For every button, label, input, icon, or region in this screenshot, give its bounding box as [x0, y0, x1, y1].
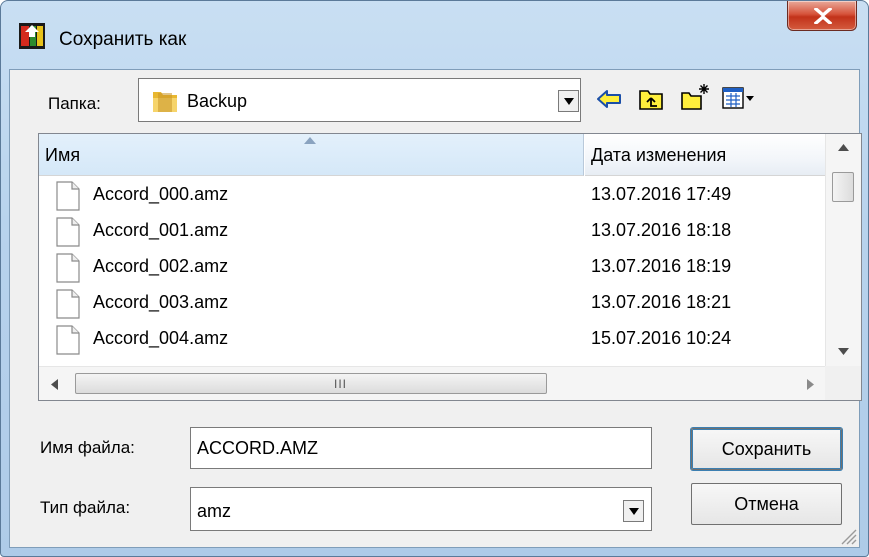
folder-select[interactable]: Backup: [138, 78, 581, 122]
resize-grip-icon[interactable]: [839, 527, 857, 545]
file-date: 13.07.2016 18:18: [591, 220, 732, 240]
close-button[interactable]: [787, 1, 857, 31]
file-icon: [56, 325, 80, 355]
file-name: Accord_003.amz: [93, 292, 229, 312]
file-date: 13.07.2016 18:19: [591, 256, 732, 276]
vertical-scroll-thumb[interactable]: [832, 172, 854, 202]
save-button[interactable]: Сохранить: [691, 428, 842, 470]
file-icon: [56, 217, 80, 247]
vertical-scrollbar[interactable]: [825, 134, 861, 366]
up-folder-icon[interactable]: [638, 87, 664, 111]
file-name: Accord_002.amz: [93, 256, 229, 276]
close-icon: [814, 8, 832, 24]
list-item[interactable]: Accord_001.amz 13.07.2016 18:18: [39, 213, 825, 249]
save-as-dialog: Сохранить как Папка: Backup Имя Дата изм…: [0, 0, 869, 557]
filename-input[interactable]: ACCORD.AMZ: [190, 427, 652, 469]
column-header-date[interactable]: Дата изменения: [585, 134, 825, 176]
filename-value: ACCORD.AMZ: [197, 438, 318, 458]
file-name: Accord_001.amz: [93, 220, 229, 240]
list-item[interactable]: Accord_004.amz 15.07.2016 10:24: [39, 321, 825, 357]
scroll-up-icon[interactable]: [838, 144, 849, 151]
folder-icon: [153, 92, 177, 112]
file-date: 13.07.2016 18:21: [591, 292, 732, 312]
filetype-label: Тип файла:: [40, 498, 131, 517]
list-item[interactable]: Accord_002.amz 13.07.2016 18:19: [39, 249, 825, 285]
sort-ascending-icon: [304, 137, 316, 144]
folder-label: Папка:: [48, 94, 101, 113]
chevron-down-icon: [629, 508, 639, 515]
scroll-down-icon[interactable]: [838, 348, 849, 355]
column-header-name-label: Имя: [45, 145, 81, 165]
scroll-left-icon[interactable]: [51, 379, 58, 390]
scroll-corner: [825, 366, 861, 400]
window-title: Сохранить как: [59, 29, 187, 50]
app-icon: [19, 23, 45, 49]
filetype-dropdown-button[interactable]: [623, 500, 644, 522]
file-icon: [56, 289, 80, 319]
folder-value: Backup: [187, 91, 248, 111]
scroll-right-icon[interactable]: [807, 379, 814, 390]
filetype-value: amz: [197, 501, 232, 521]
view-menu-icon[interactable]: [722, 86, 758, 110]
horizontal-scrollbar[interactable]: III: [39, 366, 825, 400]
folder-dropdown-button[interactable]: [558, 90, 579, 112]
file-list[interactable]: Имя Дата изменения Accord_000.amz 13.07.…: [38, 133, 862, 401]
file-icon: [56, 253, 80, 283]
column-header-date-label: Дата изменения: [591, 145, 727, 165]
filename-label: Имя файла:: [40, 438, 135, 457]
filetype-select[interactable]: amz: [190, 487, 652, 531]
file-name: Accord_004.amz: [93, 328, 229, 348]
scroll-grip: III: [334, 377, 348, 391]
title-bar[interactable]: Сохранить как: [1, 1, 868, 73]
file-date: 13.07.2016 17:49: [591, 184, 732, 204]
file-date: 15.07.2016 10:24: [591, 328, 732, 348]
horizontal-scroll-thumb[interactable]: III: [75, 373, 547, 394]
chevron-down-icon: [564, 98, 574, 105]
cancel-button[interactable]: Отмена: [691, 483, 842, 525]
file-icon: [56, 181, 80, 211]
new-folder-icon[interactable]: [680, 83, 710, 111]
back-arrow-icon[interactable]: [597, 89, 621, 109]
file-name: Accord_000.amz: [93, 184, 229, 204]
column-header-name[interactable]: Имя: [39, 134, 584, 176]
dialog-body: Папка: Backup Имя Дата изменения Accord_…: [9, 69, 862, 548]
list-item[interactable]: Accord_000.amz 13.07.2016 17:49: [39, 177, 825, 213]
list-item[interactable]: Accord_003.amz 13.07.2016 18:21: [39, 285, 825, 321]
